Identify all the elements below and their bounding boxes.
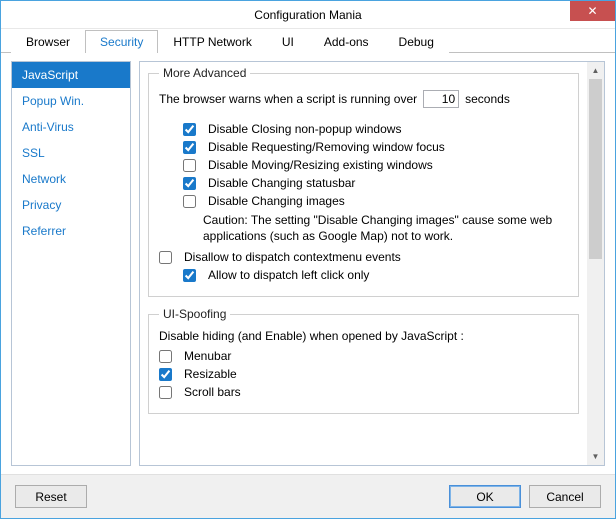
titlebar: Configuration Mania ✕ bbox=[1, 1, 615, 29]
chk-disable-closing[interactable] bbox=[183, 123, 196, 136]
sidebar-item-referrer[interactable]: Referrer bbox=[12, 218, 130, 244]
sidebar-item-javascript[interactable]: JavaScript bbox=[12, 62, 130, 88]
caution-text: Caution: The setting "Disable Changing i… bbox=[159, 212, 568, 244]
chk-allow-leftclick[interactable] bbox=[183, 269, 196, 282]
window: Configuration Mania ✕ Browser Security H… bbox=[0, 0, 616, 519]
chk-disable-focus[interactable] bbox=[183, 141, 196, 154]
tab-ui[interactable]: UI bbox=[267, 30, 309, 53]
scroll-thumb[interactable] bbox=[589, 79, 602, 259]
group-more-advanced: More Advanced The browser warns when a s… bbox=[148, 66, 579, 297]
sidebar-item-network[interactable]: Network bbox=[12, 166, 130, 192]
chk-menubar[interactable] bbox=[159, 350, 172, 363]
chk-disable-moving[interactable] bbox=[183, 159, 196, 172]
tab-debug[interactable]: Debug bbox=[384, 30, 449, 53]
warn-suffix: seconds bbox=[465, 92, 510, 106]
lbl-disable-images: Disable Changing images bbox=[208, 194, 345, 208]
sidebar: JavaScript Popup Win. Anti-Virus SSL Net… bbox=[11, 61, 131, 466]
scrollbar[interactable]: ▲ ▼ bbox=[587, 62, 604, 465]
chk-resizable[interactable] bbox=[159, 368, 172, 381]
lbl-menubar: Menubar bbox=[184, 349, 231, 363]
sidebar-item-privacy[interactable]: Privacy bbox=[12, 192, 130, 218]
scroll-track[interactable] bbox=[587, 79, 604, 448]
footer: Reset OK Cancel bbox=[1, 474, 615, 518]
lbl-allow-leftclick: Allow to dispatch left click only bbox=[208, 268, 369, 282]
tab-addons[interactable]: Add-ons bbox=[309, 30, 384, 53]
lbl-resizable: Resizable bbox=[184, 367, 237, 381]
content-wrap: More Advanced The browser warns when a s… bbox=[139, 61, 605, 466]
body: JavaScript Popup Win. Anti-Virus SSL Net… bbox=[1, 53, 615, 474]
reset-button[interactable]: Reset bbox=[15, 485, 87, 508]
lbl-disable-statusbar: Disable Changing statusbar bbox=[208, 176, 355, 190]
chk-disable-images[interactable] bbox=[183, 195, 196, 208]
warn-prefix: The browser warns when a script is runni… bbox=[159, 92, 417, 106]
legend-ui-spoofing: UI-Spoofing bbox=[159, 307, 230, 321]
scroll-down-icon[interactable]: ▼ bbox=[587, 448, 604, 465]
warn-row: The browser warns when a script is runni… bbox=[159, 90, 568, 108]
lbl-scrollbars: Scroll bars bbox=[184, 385, 241, 399]
tab-strip: Browser Security HTTP Network UI Add-ons… bbox=[1, 29, 615, 53]
lbl-disallow-contextmenu: Disallow to dispatch contextmenu events bbox=[184, 250, 401, 264]
chk-scrollbars[interactable] bbox=[159, 386, 172, 399]
close-button[interactable]: ✕ bbox=[570, 1, 615, 21]
ui-spoofing-desc: Disable hiding (and Enable) when opened … bbox=[159, 329, 568, 343]
ok-button[interactable]: OK bbox=[449, 485, 521, 508]
lbl-disable-closing: Disable Closing non-popup windows bbox=[208, 122, 401, 136]
group-ui-spoofing: UI-Spoofing Disable hiding (and Enable) … bbox=[148, 307, 579, 414]
chk-disable-statusbar[interactable] bbox=[183, 177, 196, 190]
tab-security[interactable]: Security bbox=[85, 30, 158, 53]
lbl-disable-focus: Disable Requesting/Removing window focus bbox=[208, 140, 445, 154]
sidebar-item-anti-virus[interactable]: Anti-Virus bbox=[12, 114, 130, 140]
tab-http-network[interactable]: HTTP Network bbox=[158, 30, 266, 53]
legend-more-advanced: More Advanced bbox=[159, 66, 250, 80]
chk-disallow-contextmenu[interactable] bbox=[159, 251, 172, 264]
cancel-button[interactable]: Cancel bbox=[529, 485, 601, 508]
content: More Advanced The browser warns when a s… bbox=[140, 62, 587, 465]
warn-seconds-input[interactable] bbox=[423, 90, 459, 108]
sidebar-item-ssl[interactable]: SSL bbox=[12, 140, 130, 166]
tab-browser[interactable]: Browser bbox=[11, 30, 85, 53]
sidebar-item-popup-win[interactable]: Popup Win. bbox=[12, 88, 130, 114]
window-title: Configuration Mania bbox=[254, 8, 361, 22]
scroll-up-icon[interactable]: ▲ bbox=[587, 62, 604, 79]
lbl-disable-moving: Disable Moving/Resizing existing windows bbox=[208, 158, 433, 172]
close-icon: ✕ bbox=[587, 4, 597, 18]
